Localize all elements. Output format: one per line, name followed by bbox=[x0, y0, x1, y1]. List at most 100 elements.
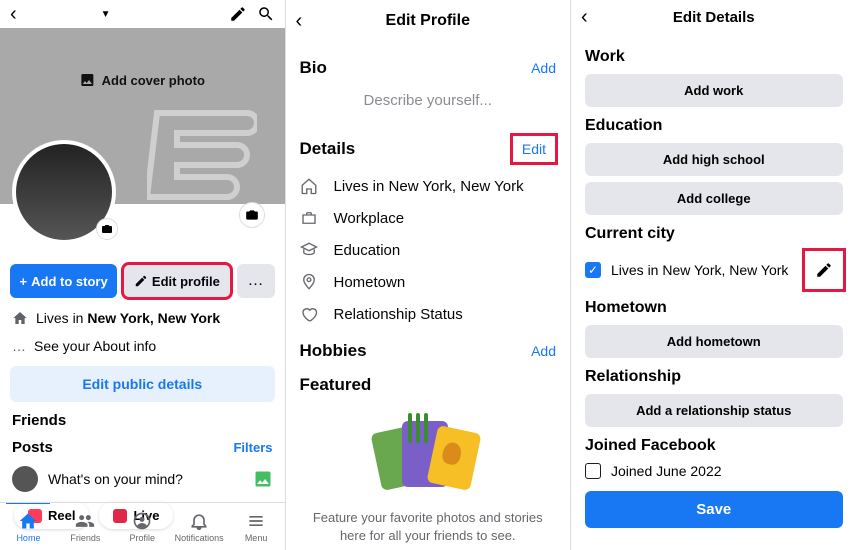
edit-pencil-icon[interactable] bbox=[229, 5, 247, 23]
nav-profile[interactable]: Profile bbox=[114, 503, 171, 550]
relationship-heading: Relationship bbox=[585, 368, 843, 386]
add-to-story-label: Add to story bbox=[31, 274, 108, 289]
back-icon[interactable]: ‹ bbox=[581, 6, 588, 29]
hobbies-add-link[interactable]: Add bbox=[531, 343, 556, 359]
edit-current-city-button[interactable] bbox=[805, 251, 843, 289]
bio-heading: Bio bbox=[300, 58, 327, 78]
nav-friends-label: Friends bbox=[70, 533, 100, 543]
graduation-icon bbox=[300, 241, 322, 259]
add-cover-photo-button[interactable]: Add cover photo bbox=[80, 72, 205, 88]
lives-in-row: Lives in New York, New York bbox=[12, 310, 273, 326]
edit-public-details-label: Edit public details bbox=[82, 376, 202, 392]
plus-icon: + bbox=[20, 274, 28, 289]
add-college-label: Add college bbox=[677, 191, 751, 206]
search-icon[interactable] bbox=[257, 5, 275, 23]
home-filled-icon bbox=[18, 511, 38, 531]
joined-row: Joined June 2022 bbox=[585, 463, 843, 479]
hobbies-heading: Hobbies bbox=[300, 341, 367, 361]
nav-menu-label: Menu bbox=[245, 533, 268, 543]
filters-link[interactable]: Filters bbox=[233, 440, 272, 455]
profile-icon bbox=[132, 511, 152, 531]
more-options-button[interactable]: … bbox=[237, 264, 275, 298]
add-hometown-label: Add hometown bbox=[667, 334, 761, 349]
cover-watermark bbox=[147, 108, 257, 208]
add-high-school-button[interactable]: Add high school bbox=[585, 143, 843, 176]
back-icon[interactable]: ‹ bbox=[10, 4, 17, 24]
friends-icon bbox=[75, 511, 95, 531]
add-relationship-button[interactable]: Add a relationship status bbox=[585, 394, 843, 427]
image-icon bbox=[80, 72, 96, 88]
detail-relationship[interactable]: Relationship Status bbox=[300, 305, 557, 323]
detail-hometown[interactable]: Hometown bbox=[300, 273, 557, 291]
heart-icon bbox=[300, 305, 322, 323]
add-work-button[interactable]: Add work bbox=[585, 74, 843, 107]
details-heading: Details bbox=[300, 139, 356, 159]
bio-add-link[interactable]: Add bbox=[531, 60, 556, 76]
menu-icon bbox=[246, 511, 266, 531]
add-relationship-label: Add a relationship status bbox=[636, 403, 791, 418]
page-title: Edit Profile bbox=[386, 12, 470, 30]
page-title: Edit Details bbox=[673, 9, 755, 26]
detail-relationship-text: Relationship Status bbox=[334, 306, 463, 323]
about-info-row[interactable]: … See your About info bbox=[12, 338, 273, 354]
dropdown-caret-icon[interactable]: ▼ bbox=[101, 9, 111, 20]
add-hs-label: Add high school bbox=[663, 152, 765, 167]
detail-workplace-text: Workplace bbox=[334, 210, 405, 227]
bottom-nav: Home Friends Profile Notifications Menu bbox=[0, 502, 285, 550]
joined-heading: Joined Facebook bbox=[585, 437, 843, 455]
joined-checkbox[interactable] bbox=[585, 463, 601, 479]
nav-home[interactable]: Home bbox=[0, 503, 57, 550]
composer-avatar bbox=[12, 466, 38, 492]
detail-education[interactable]: Education bbox=[300, 241, 557, 259]
details-edit-link[interactable]: Edit bbox=[512, 135, 556, 163]
add-hometown-button[interactable]: Add hometown bbox=[585, 325, 843, 358]
current-city-text: Lives in New York, New York bbox=[611, 262, 788, 278]
nav-home-label: Home bbox=[16, 533, 40, 543]
edit-profile-label: Edit profile bbox=[152, 274, 220, 289]
detail-lives: Lives in New York, New York bbox=[300, 177, 557, 195]
lives-prefix: Lives in bbox=[36, 310, 87, 326]
about-link: About info bbox=[93, 338, 156, 354]
save-label: Save bbox=[696, 501, 731, 518]
edit-profile-button[interactable]: Edit profile bbox=[123, 264, 230, 298]
current-city-checkbox[interactable]: ✓ bbox=[585, 262, 601, 278]
ellipsis-icon: … bbox=[12, 338, 26, 354]
bio-placeholder[interactable]: Describe yourself... bbox=[300, 86, 557, 127]
detail-lives-text: Lives in New York, New York bbox=[334, 178, 524, 195]
location-icon bbox=[300, 273, 322, 291]
education-heading: Education bbox=[585, 117, 843, 135]
add-cover-photo-label: Add cover photo bbox=[102, 73, 205, 88]
composer-prompt[interactable]: What's on your mind? bbox=[48, 471, 243, 487]
save-button[interactable]: Save bbox=[585, 491, 843, 528]
bell-icon bbox=[189, 511, 209, 531]
add-to-story-button[interactable]: + Add to story bbox=[10, 264, 117, 298]
back-icon[interactable]: ‹ bbox=[296, 10, 303, 33]
joined-text: Joined June 2022 bbox=[611, 463, 722, 479]
add-work-label: Add work bbox=[684, 83, 743, 98]
posts-heading: Posts bbox=[12, 439, 53, 456]
avatar-camera-button[interactable] bbox=[96, 218, 118, 240]
nav-profile-label: Profile bbox=[130, 533, 156, 543]
nav-notifications-label: Notifications bbox=[175, 533, 224, 543]
briefcase-icon bbox=[300, 209, 322, 227]
detail-workplace[interactable]: Workplace bbox=[300, 209, 557, 227]
home-icon bbox=[12, 310, 28, 326]
work-heading: Work bbox=[585, 48, 843, 66]
about-prefix: See your bbox=[34, 338, 93, 354]
hometown-heading: Hometown bbox=[585, 299, 843, 317]
current-city-heading: Current city bbox=[585, 225, 843, 243]
featured-illustration bbox=[368, 419, 488, 499]
photo-icon[interactable] bbox=[253, 469, 273, 489]
friends-heading: Friends bbox=[12, 412, 273, 429]
cover-camera-button[interactable] bbox=[239, 202, 265, 228]
detail-education-text: Education bbox=[334, 242, 401, 259]
pencil-icon bbox=[134, 274, 148, 288]
nav-menu[interactable]: Menu bbox=[228, 503, 285, 550]
edit-public-details-button[interactable]: Edit public details bbox=[10, 366, 275, 402]
add-college-button[interactable]: Add college bbox=[585, 182, 843, 215]
current-city-row: ✓ Lives in New York, New York bbox=[585, 251, 843, 289]
detail-hometown-text: Hometown bbox=[334, 274, 406, 291]
lives-location: New York, New York bbox=[87, 310, 220, 326]
nav-friends[interactable]: Friends bbox=[57, 503, 114, 550]
nav-notifications[interactable]: Notifications bbox=[171, 503, 228, 550]
